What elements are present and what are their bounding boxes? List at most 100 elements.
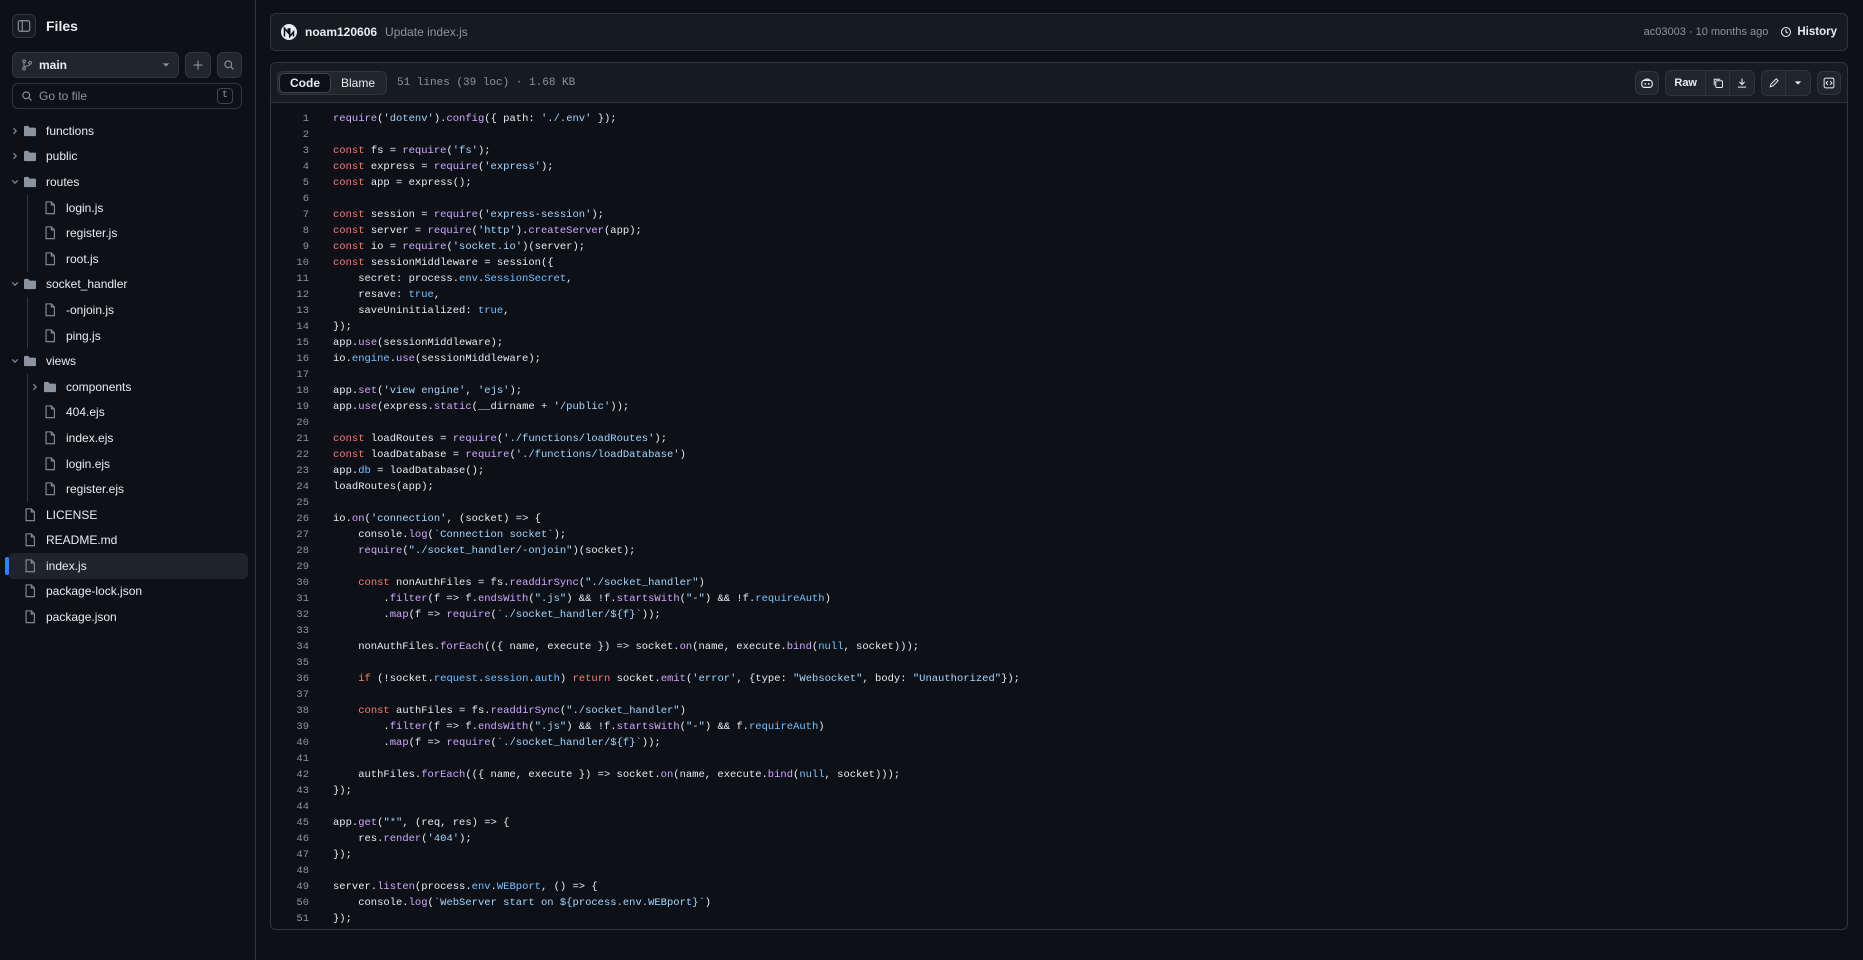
code-line[interactable]: 30 const nonAuthFiles = fs.readdirSync("… bbox=[271, 575, 1847, 591]
code-line[interactable]: 42 authFiles.forEach(({ name, execute })… bbox=[271, 767, 1847, 783]
tree-folder[interactable]: routes bbox=[8, 169, 248, 195]
tree-file[interactable]: package.json bbox=[8, 604, 248, 630]
line-number[interactable]: 4 bbox=[271, 161, 309, 173]
line-number[interactable]: 38 bbox=[271, 705, 309, 717]
code-line[interactable]: 20 bbox=[271, 415, 1847, 431]
line-number[interactable]: 42 bbox=[271, 769, 309, 781]
tree-chevron[interactable] bbox=[8, 127, 22, 135]
line-number[interactable]: 41 bbox=[271, 753, 309, 765]
line-number[interactable]: 13 bbox=[271, 305, 309, 317]
line-number[interactable]: 33 bbox=[271, 625, 309, 637]
raw-button[interactable]: Raw bbox=[1666, 70, 1706, 95]
line-number[interactable]: 24 bbox=[271, 481, 309, 493]
tree-file[interactable]: register.js bbox=[8, 220, 248, 246]
code-line[interactable]: 29 bbox=[271, 559, 1847, 575]
tree-folder[interactable]: public bbox=[8, 144, 248, 170]
line-number[interactable]: 51 bbox=[271, 913, 309, 925]
tree-file[interactable]: -onjoin.js bbox=[8, 297, 248, 323]
go-to-file-input[interactable] bbox=[39, 89, 211, 103]
code-line[interactable]: 43}); bbox=[271, 783, 1847, 799]
tree-file[interactable]: LICENSE bbox=[8, 502, 248, 528]
line-number[interactable]: 23 bbox=[271, 465, 309, 477]
line-number[interactable]: 34 bbox=[271, 641, 309, 653]
code-line[interactable]: 44 bbox=[271, 799, 1847, 815]
line-number[interactable]: 7 bbox=[271, 209, 309, 221]
line-number[interactable]: 9 bbox=[271, 241, 309, 253]
line-number[interactable]: 22 bbox=[271, 449, 309, 461]
tree-file[interactable]: login.js bbox=[8, 195, 248, 221]
line-number[interactable]: 49 bbox=[271, 881, 309, 893]
code-line[interactable]: 37 bbox=[271, 687, 1847, 703]
edit-options-button[interactable] bbox=[1786, 70, 1810, 95]
tree-file[interactable]: package-lock.json bbox=[8, 579, 248, 605]
line-number[interactable]: 21 bbox=[271, 433, 309, 445]
code-line[interactable]: 12 resave: true, bbox=[271, 287, 1847, 303]
line-number[interactable]: 28 bbox=[271, 545, 309, 557]
code-line[interactable]: 48 bbox=[271, 863, 1847, 879]
code-line[interactable]: 25 bbox=[271, 495, 1847, 511]
line-number[interactable]: 18 bbox=[271, 385, 309, 397]
tree-chevron[interactable] bbox=[8, 357, 22, 365]
line-number[interactable]: 20 bbox=[271, 417, 309, 429]
collapse-sidebar-button[interactable] bbox=[12, 14, 36, 38]
line-number[interactable]: 8 bbox=[271, 225, 309, 237]
line-number[interactable]: 14 bbox=[271, 321, 309, 333]
line-number[interactable]: 50 bbox=[271, 897, 309, 909]
download-button[interactable] bbox=[1730, 70, 1754, 95]
line-number[interactable]: 37 bbox=[271, 689, 309, 701]
branch-selector-button[interactable]: main bbox=[12, 52, 180, 78]
code-line[interactable]: 19 app.use(express.static(__dirname + '/p… bbox=[271, 399, 1847, 415]
code-line[interactable]: 40 .map(f => require(`./socket_handler/$… bbox=[271, 735, 1847, 751]
copilot-button[interactable] bbox=[1635, 70, 1660, 95]
code-line[interactable]: 14}); bbox=[271, 319, 1847, 335]
code-line[interactable]: 27 console.log(`Connection socket`); bbox=[271, 527, 1847, 543]
line-number[interactable]: 1 bbox=[271, 113, 309, 125]
line-number[interactable]: 17 bbox=[271, 369, 309, 381]
code-line[interactable]: 38 const authFiles = fs.readdirSync("./s… bbox=[271, 703, 1847, 719]
line-number[interactable]: 30 bbox=[271, 577, 309, 589]
code-line[interactable]: 33 bbox=[271, 623, 1847, 639]
code-line[interactable]: 22 const loadDatabase = require('./functi… bbox=[271, 447, 1847, 463]
code-line[interactable]: 2 bbox=[271, 127, 1847, 143]
code-line[interactable]: 51}); bbox=[271, 911, 1847, 927]
line-number[interactable]: 11 bbox=[271, 273, 309, 285]
code-line[interactable]: 45 app.get("*", (req, res) => { bbox=[271, 815, 1847, 831]
code-line[interactable]: 28 require("./socket_handler/-onjoin")(s… bbox=[271, 543, 1847, 559]
code-line[interactable]: 8 const server = require('http').createSe… bbox=[271, 223, 1847, 239]
line-number[interactable]: 26 bbox=[271, 513, 309, 525]
line-number[interactable]: 6 bbox=[271, 193, 309, 205]
copy-raw-button[interactable] bbox=[1706, 70, 1730, 95]
tab-code[interactable]: Code bbox=[279, 72, 331, 93]
code-line[interactable]: 6 bbox=[271, 191, 1847, 207]
code-line[interactable]: 3 const fs = require('fs'); bbox=[271, 143, 1847, 159]
code-line[interactable]: 36 if (!socket.request.session.auth) ret… bbox=[271, 671, 1847, 687]
tree-chevron[interactable] bbox=[8, 178, 22, 186]
line-number[interactable]: 43 bbox=[271, 785, 309, 797]
code-line[interactable]: 32 .map(f => require(`./socket_handler/$… bbox=[271, 607, 1847, 623]
code-line[interactable]: 39 .filter(f => f.endsWith(".js") && !f.… bbox=[271, 719, 1847, 735]
code-line[interactable]: 4 const express = require('express'); bbox=[271, 159, 1847, 175]
author-avatar[interactable] bbox=[281, 24, 297, 40]
code-line[interactable]: 46 res.render('404'); bbox=[271, 831, 1847, 847]
add-file-button[interactable] bbox=[185, 52, 211, 78]
tree-folder[interactable]: views bbox=[8, 348, 248, 374]
line-number[interactable]: 40 bbox=[271, 737, 309, 749]
code-line[interactable]: 47}); bbox=[271, 847, 1847, 863]
search-code-button[interactable] bbox=[216, 52, 242, 78]
tree-folder[interactable]: socket_handler bbox=[8, 272, 248, 298]
line-number[interactable]: 39 bbox=[271, 721, 309, 733]
tab-blame[interactable]: Blame bbox=[331, 73, 385, 93]
code-line[interactable]: 5 const app = express(); bbox=[271, 175, 1847, 191]
line-number[interactable]: 19 bbox=[271, 401, 309, 413]
tree-file[interactable]: root.js bbox=[8, 246, 248, 272]
line-number[interactable]: 27 bbox=[271, 529, 309, 541]
line-number[interactable]: 25 bbox=[271, 497, 309, 509]
line-number[interactable]: 44 bbox=[271, 801, 309, 813]
tree-file[interactable]: index.js bbox=[5, 553, 248, 579]
go-to-file-field[interactable]: t bbox=[12, 83, 242, 109]
code-line[interactable]: 10 const sessionMiddleware = session({ bbox=[271, 255, 1847, 271]
tree-folder[interactable]: components bbox=[8, 374, 248, 400]
line-number[interactable]: 5 bbox=[271, 177, 309, 189]
code-line[interactable]: 49 server.listen(process.env.WEBport, () … bbox=[271, 879, 1847, 895]
commit-message-link[interactable]: Update index.js bbox=[385, 25, 468, 39]
